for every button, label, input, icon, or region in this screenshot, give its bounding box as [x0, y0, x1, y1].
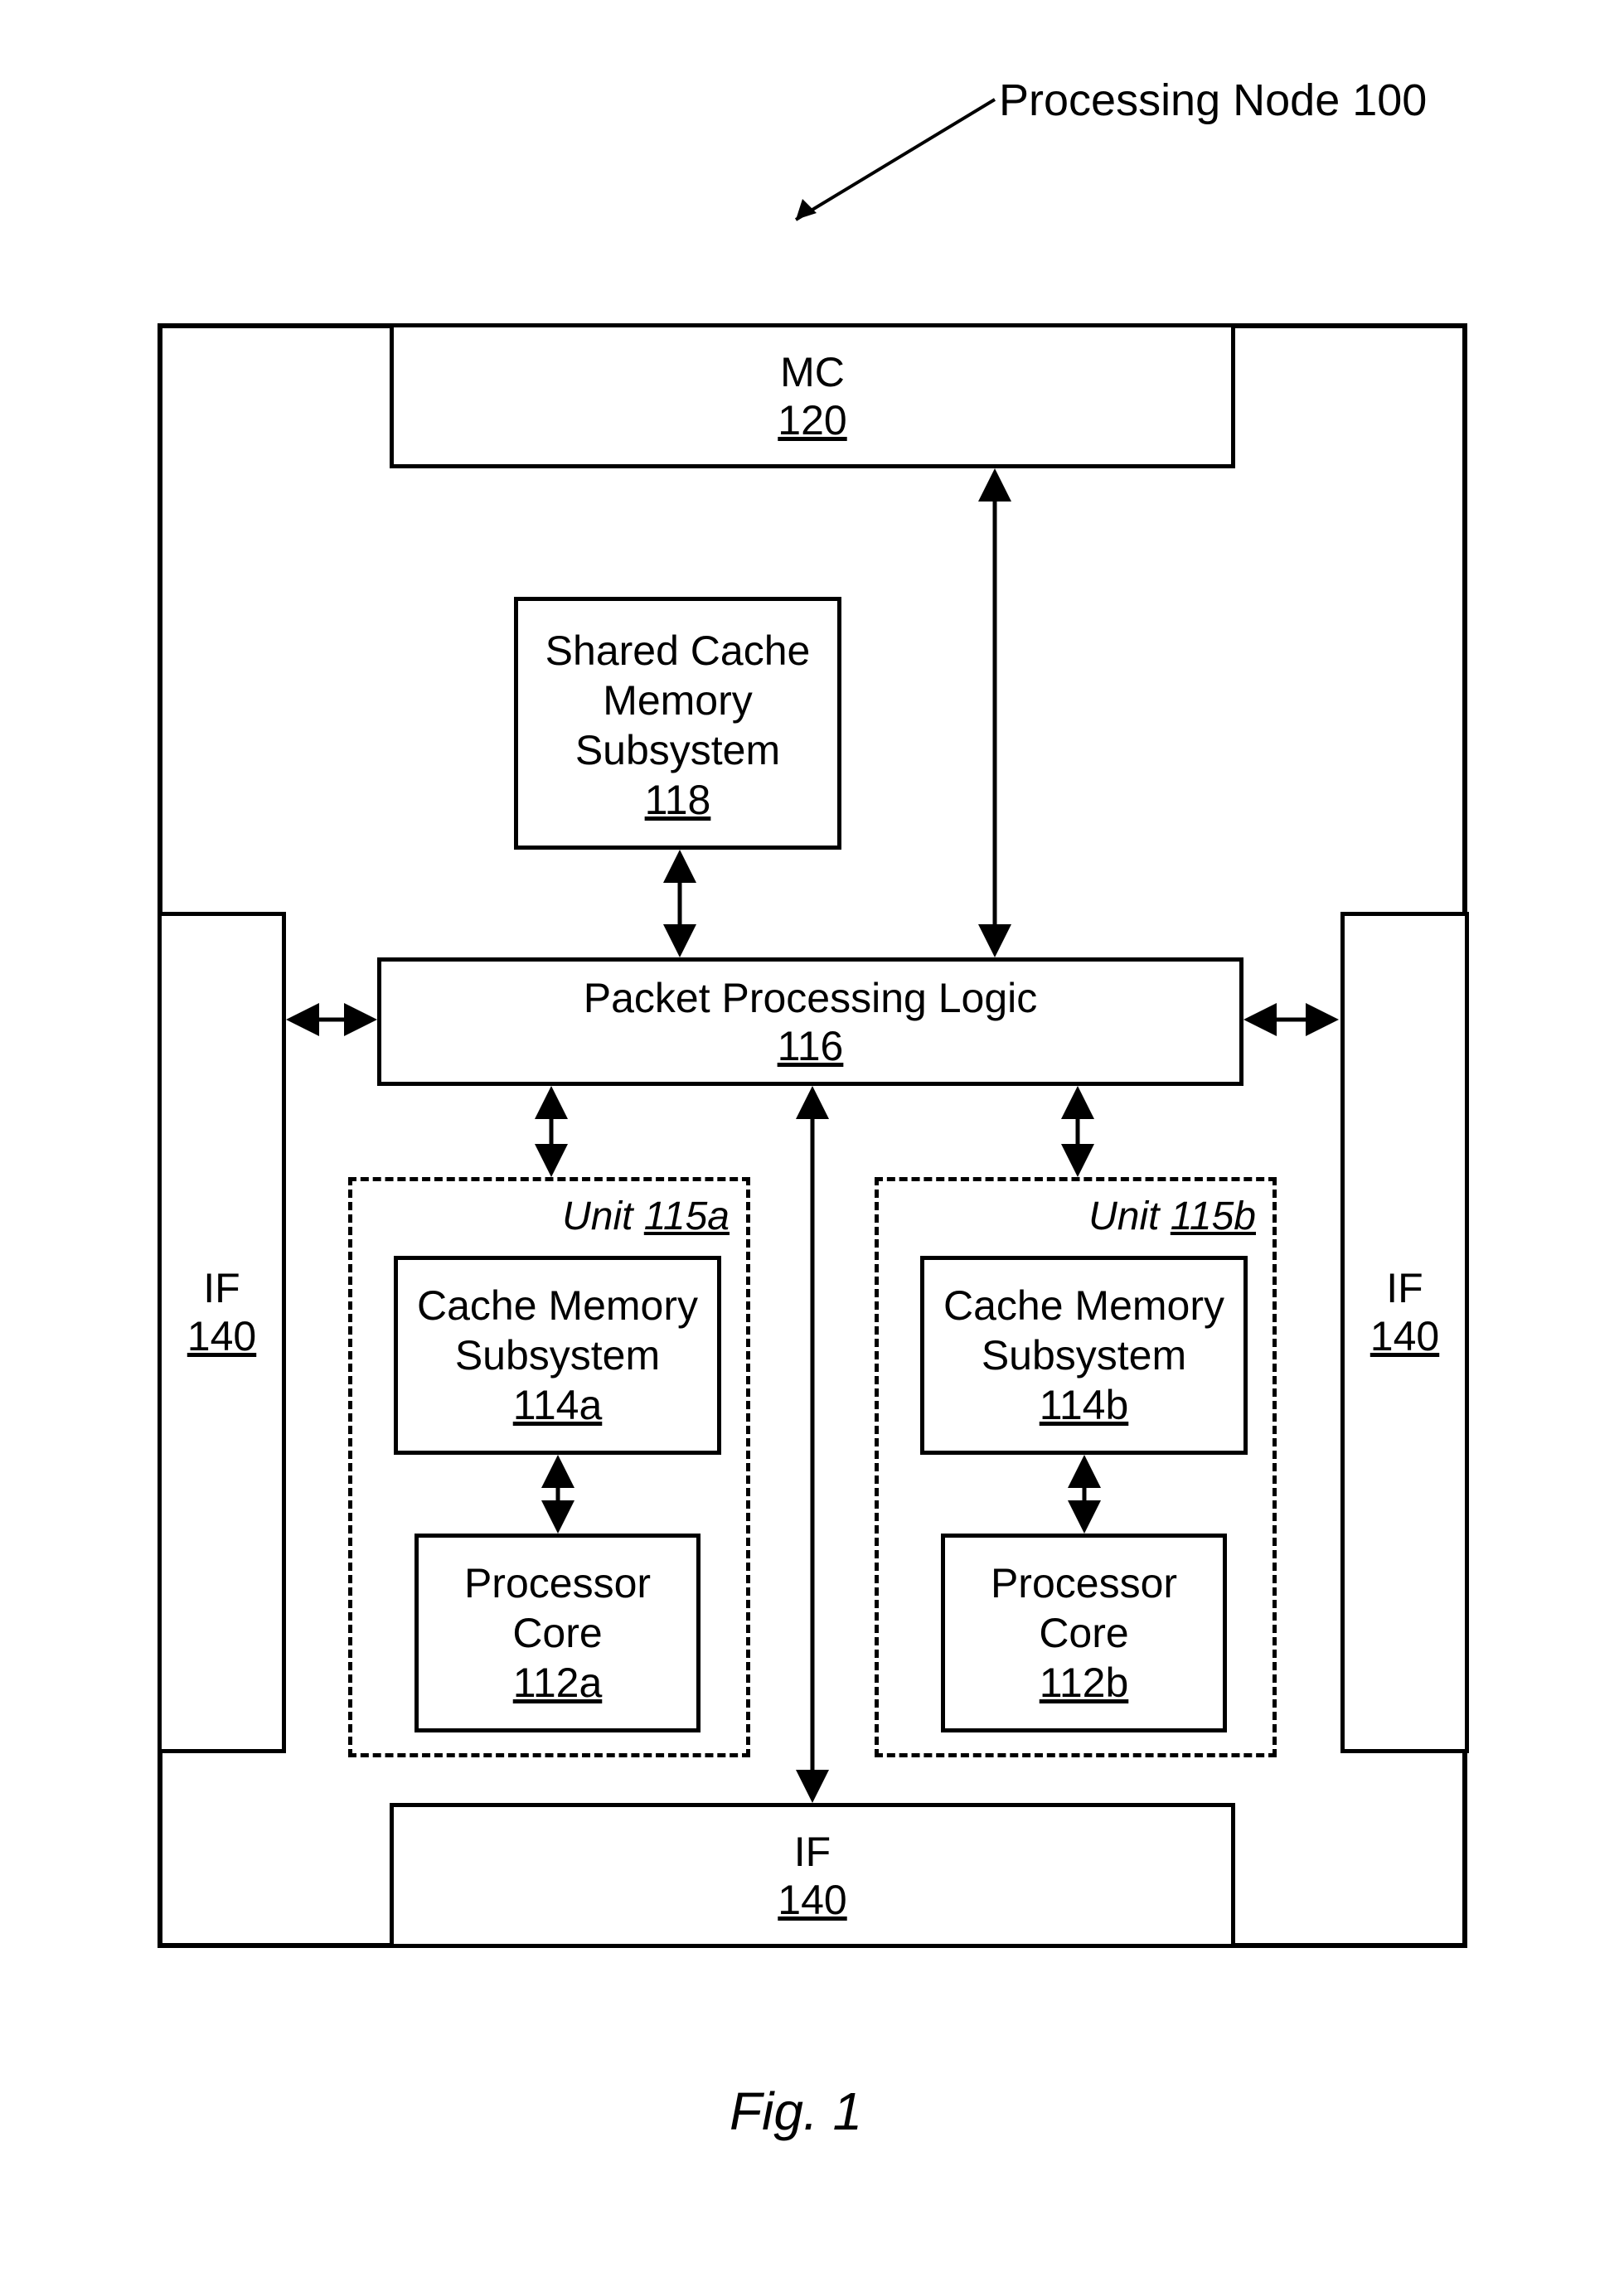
ppl-name: Packet Processing Logic — [584, 975, 1038, 1021]
cache-b-label: Cache Memory Subsystem 114b — [924, 1281, 1243, 1430]
if-left-box: IF 140 — [158, 912, 286, 1753]
cache-a-box: Cache Memory Subsystem 114a — [394, 1256, 721, 1455]
shared-cache-box: Shared Cache Memory Subsystem 118 — [514, 597, 841, 850]
ppl-box: Packet Processing Logic 116 — [377, 957, 1243, 1086]
core-b-l1: Processor — [991, 1560, 1177, 1606]
cache-a-l1: Cache Memory — [417, 1282, 698, 1329]
diagram-title: Processing Node 100 — [999, 75, 1427, 126]
page: Processing Node 100 MC 120 IF 140 IF 140… — [0, 0, 1624, 2292]
if-right-name: IF — [1386, 1265, 1423, 1311]
core-b-l2: Core — [1039, 1610, 1128, 1656]
if-bottom-ref: 140 — [778, 1877, 846, 1923]
if-left-ref: 140 — [187, 1313, 256, 1359]
core-b-box: Processor Core 112b — [941, 1534, 1227, 1732]
core-a-label: Processor Core 112a — [419, 1558, 696, 1708]
cache-a-ref: 114a — [513, 1382, 603, 1428]
ppl-ref: 116 — [778, 1023, 844, 1069]
core-a-l2: Core — [512, 1610, 602, 1656]
core-a-l1: Processor — [464, 1560, 651, 1606]
unit-b-name: Unit — [1088, 1194, 1159, 1238]
cache-a-label: Cache Memory Subsystem 114a — [398, 1281, 717, 1430]
unit-a-name: Unit — [562, 1194, 633, 1238]
cache-a-l2: Subsystem — [455, 1332, 660, 1379]
if-left-label: IF 140 — [162, 1264, 282, 1360]
figure-label: Fig. 1 — [730, 2081, 862, 2142]
core-b-ref: 112b — [1040, 1660, 1129, 1706]
cache-b-box: Cache Memory Subsystem 114b — [920, 1256, 1248, 1455]
core-a-box: Processor Core 112a — [414, 1534, 701, 1732]
unit-b-ref: 115b — [1171, 1194, 1256, 1238]
title-arrow — [763, 79, 1011, 245]
if-right-ref: 140 — [1370, 1313, 1439, 1359]
cache-b-l2: Subsystem — [982, 1332, 1186, 1379]
unit-b-label: Unit 115b — [1088, 1194, 1256, 1239]
if-bottom-name: IF — [794, 1829, 831, 1875]
shared-cache-l2: Memory — [603, 677, 753, 724]
shared-cache-l3: Subsystem — [575, 727, 780, 773]
unit-a-ref: 115a — [644, 1194, 730, 1238]
mc-name: MC — [780, 349, 845, 395]
if-bottom-box: IF 140 — [390, 1803, 1235, 1948]
shared-cache-l1: Shared Cache — [545, 628, 811, 674]
unit-a-label: Unit 115a — [562, 1194, 730, 1239]
core-b-label: Processor Core 112b — [945, 1558, 1223, 1708]
mc-label: MC 120 — [394, 348, 1231, 444]
mc-ref: 120 — [778, 397, 846, 443]
shared-cache-label: Shared Cache Memory Subsystem 118 — [518, 626, 837, 825]
if-bottom-label: IF 140 — [394, 1828, 1231, 1924]
shared-cache-ref: 118 — [645, 777, 711, 823]
ppl-label: Packet Processing Logic 116 — [381, 974, 1239, 1070]
core-a-ref: 112a — [513, 1660, 603, 1706]
if-right-box: IF 140 — [1340, 912, 1469, 1753]
mc-box: MC 120 — [390, 323, 1235, 468]
if-right-label: IF 140 — [1345, 1264, 1465, 1360]
cache-b-l1: Cache Memory — [943, 1282, 1224, 1329]
if-left-name: IF — [203, 1265, 240, 1311]
cache-b-ref: 114b — [1040, 1382, 1129, 1428]
